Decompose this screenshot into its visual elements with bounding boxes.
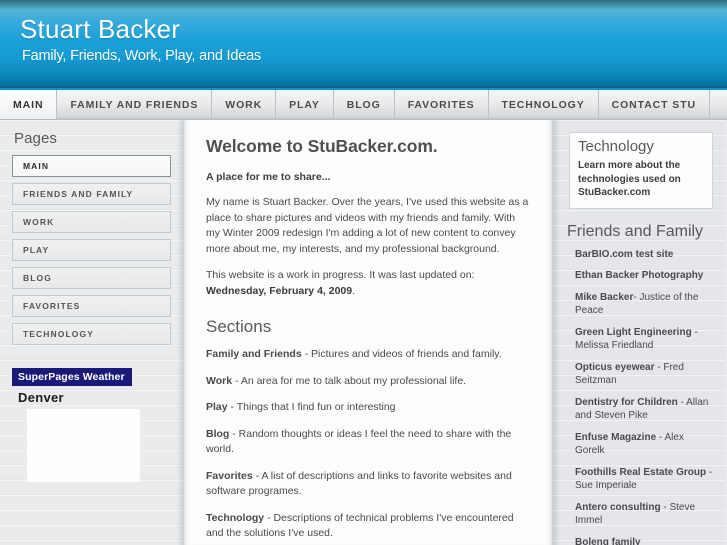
weather-widget-title: SuperPages Weather xyxy=(12,368,132,386)
friend-list-item: Opticus eyewear - Fred Seitzman xyxy=(575,361,715,388)
friend-list-item: Foothills Real Estate Group - Sue Imperi… xyxy=(575,466,715,493)
nav-tab-blog[interactable]: BLOG xyxy=(334,90,395,119)
friend-list-item: Mike Backer- Justice of the Peace xyxy=(575,291,715,318)
section-item: Family and Friends - Pictures and videos… xyxy=(206,347,530,363)
friend-list-item: Dentistry for Children - Allan and Steve… xyxy=(575,396,715,423)
friend-list-item: Boleng family xyxy=(575,536,715,545)
nav-tab-play[interactable]: PLAY xyxy=(276,90,334,119)
weather-widget: SuperPages Weather Denver xyxy=(12,367,171,482)
pages-list: MAIN FRIENDS AND FAMILY WORK PLAY BLOG FAVORI… xyxy=(12,155,171,345)
pages-widget-heading: Pages xyxy=(14,130,58,147)
weather-panel-placeholder xyxy=(27,409,140,482)
nav-tab-technology[interactable]: TECHNOLOGY xyxy=(489,90,599,119)
page-button-technology[interactable]: TECHNOLOGY xyxy=(12,323,171,345)
page-title: Welcome to StuBacker.com. xyxy=(206,136,438,156)
last-updated-suffix: . xyxy=(352,284,356,297)
site-title: Stuart Backer xyxy=(20,14,181,44)
friend-link[interactable]: Boleng family xyxy=(575,537,641,545)
friend-link[interactable]: Dentistry for Children xyxy=(575,397,678,408)
friend-list-item: Ethan Backer Photography xyxy=(575,269,715,283)
content-lead: A place for me to share... xyxy=(206,171,331,183)
main-content: Welcome to StuBacker.com. A place for me… xyxy=(183,120,553,545)
site-header: Stuart Backer Family, Friends, Work, Pla… xyxy=(0,0,727,88)
friend-link[interactable]: Mike Backer xyxy=(575,292,633,303)
last-updated-date: Wednesday, February 4, 2009 xyxy=(206,284,353,297)
page-button-work[interactable]: WORK xyxy=(12,211,171,233)
nav-filler xyxy=(710,90,727,119)
page-button-play[interactable]: PLAY xyxy=(12,239,171,261)
technology-callout-box[interactable]: Technology Learn more about the technolo… xyxy=(569,132,713,209)
section-item: Favorites - A list of descriptions and l… xyxy=(206,469,530,500)
section-description: - Pictures and videos of friends and fam… xyxy=(301,348,502,360)
page-button-favorites[interactable]: FAVORITES xyxy=(12,295,171,317)
friend-list-item: Enfuse Magazine - Alex Gorelk xyxy=(575,431,715,458)
primary-navigation: MAIN FAMILY AND FRIENDS WORK PLAY BLOG FAVORI… xyxy=(0,88,727,120)
technology-callout-title: Technology xyxy=(578,138,654,155)
section-description: - A list of descriptions and links to fa… xyxy=(206,469,512,498)
friends-and-family-heading: Friends and Family xyxy=(567,222,704,240)
section-item: Blog - Random thoughts or ideas I feel t… xyxy=(206,427,530,458)
nav-tab-contact-stu[interactable]: CONTACT STU xyxy=(599,90,710,119)
section-link-work[interactable]: Work xyxy=(206,375,232,387)
sections-list: Family and Friends - Pictures and videos… xyxy=(206,347,530,542)
section-item: Technology - Descriptions of technical p… xyxy=(206,511,530,542)
page-button-friends-and-family[interactable]: FRIENDS AND FAMILY xyxy=(12,183,171,205)
left-sidebar: Pages MAIN FRIENDS AND FAMILY WORK PLAY BLOG… xyxy=(0,120,183,545)
section-item: Play - Things that I find fun or interes… xyxy=(206,400,530,416)
right-sidebar: Technology Learn more about the technolo… xyxy=(553,120,725,545)
nav-tab-main[interactable]: MAIN xyxy=(0,90,58,119)
section-link-technology[interactable]: Technology xyxy=(206,512,264,524)
section-description: - Random thoughts or ideas I feel the ne… xyxy=(206,427,512,456)
friend-list-item: Antero consulting - Steve Immel xyxy=(575,501,715,528)
content-paragraph-2: This website is a work in progress. It w… xyxy=(206,268,530,299)
section-description: - Things that I find fun or interesting xyxy=(227,401,396,413)
section-link-blog[interactable]: Blog xyxy=(206,428,229,440)
friends-and-family-list: BarBIO.com test site Ethan Backer Photogr… xyxy=(563,248,717,545)
page-button-main[interactable]: MAIN xyxy=(12,155,171,177)
friend-link[interactable]: Ethan Backer Photography xyxy=(575,270,703,281)
content-paragraph-1: My name is Stuart Backer. Over the years… xyxy=(206,196,529,255)
friend-link[interactable]: Antero consulting xyxy=(575,502,661,513)
technology-callout-text: Learn more about the technologies used o… xyxy=(578,160,681,198)
friend-link[interactable]: Opticus eyewear xyxy=(575,362,654,373)
nav-tab-favorites[interactable]: FAVORITES xyxy=(395,90,489,119)
site-tagline: Family, Friends, Work, Play, and Ideas xyxy=(22,48,261,64)
friend-link[interactable]: Green Light Engineering xyxy=(575,327,692,338)
nav-tab-work[interactable]: WORK xyxy=(212,90,277,119)
friend-link[interactable]: Foothills Real Estate Group xyxy=(575,467,706,478)
section-description: - An area for me to talk about my profes… xyxy=(232,374,467,387)
nav-tab-family-and-friends[interactable]: FAMILY AND FRIENDS xyxy=(57,90,213,119)
friend-link[interactable]: Enfuse Magazine xyxy=(575,432,656,443)
section-link-family-and-friends[interactable]: Family and Friends xyxy=(206,348,302,360)
section-link-play[interactable]: Play xyxy=(206,401,228,413)
weather-city: Denver xyxy=(18,390,64,405)
friend-list-item: Green Light Engineering - Melissa Friedl… xyxy=(575,326,715,353)
sections-heading: Sections xyxy=(206,317,272,336)
section-item: Work - An area for me to talk about my p… xyxy=(206,374,530,390)
friend-list-item: BarBIO.com test site xyxy=(575,248,715,262)
page-button-blog[interactable]: BLOG xyxy=(12,267,171,289)
page-root: Stuart Backer Family, Friends, Work, Pla… xyxy=(0,0,727,545)
friend-link[interactable]: BarBIO.com test site xyxy=(575,249,673,260)
section-link-favorites[interactable]: Favorites xyxy=(206,470,253,482)
last-updated-prefix: This website is a work in progress. It w… xyxy=(206,269,475,281)
page-body: Pages MAIN FRIENDS AND FAMILY WORK PLAY BLOG… xyxy=(0,120,727,545)
